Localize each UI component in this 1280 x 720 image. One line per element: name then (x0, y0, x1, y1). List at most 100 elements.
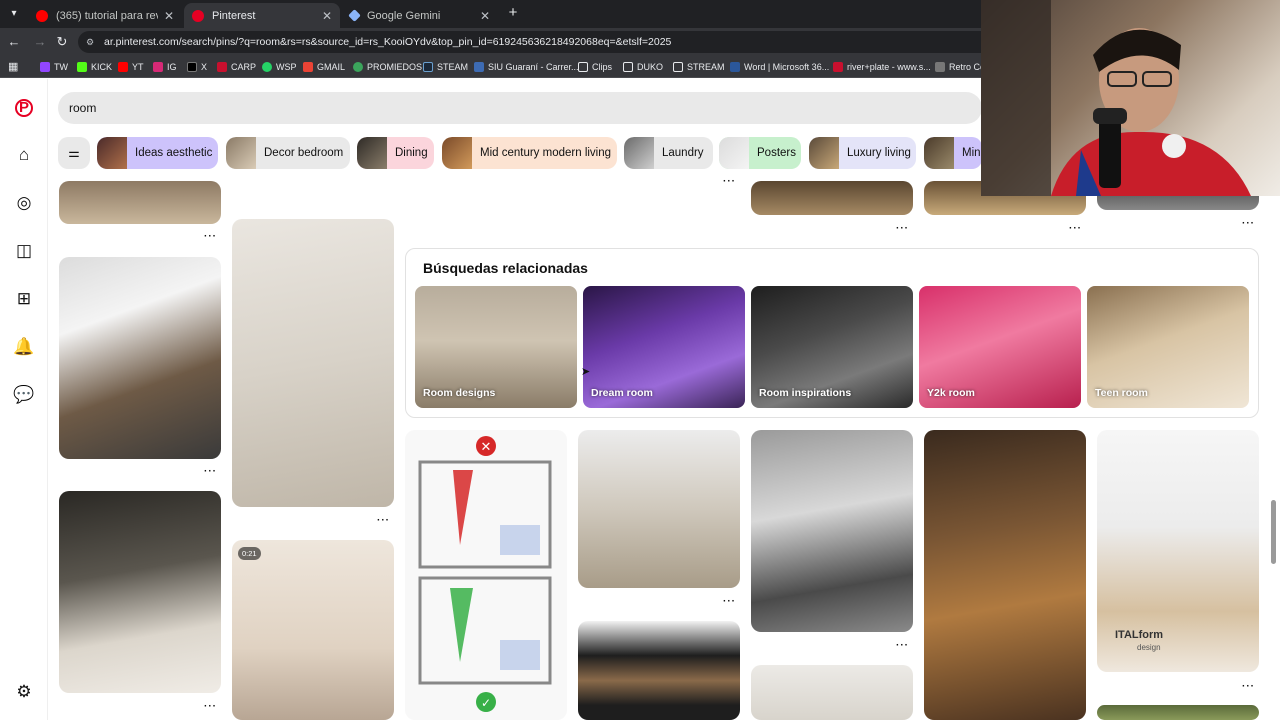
reload-icon[interactable]: ↻ (54, 34, 70, 50)
create-icon[interactable]: ⊞ (12, 287, 36, 311)
pin-beige-bedroom[interactable] (232, 219, 394, 507)
bookmark-promiedos[interactable]: PROMIEDOS (353, 60, 422, 74)
address-bar[interactable]: ar.pinterest.com/search/pins/?q=room&rs=… (78, 31, 998, 53)
youtube-icon (118, 62, 128, 72)
chip-mini[interactable]: Mini (924, 137, 982, 169)
related-y2k-room[interactable]: Y2k room (919, 286, 1081, 408)
pin-floor-plan[interactable]: ✕ ✓ (405, 430, 567, 720)
scrollbar-thumb[interactable] (1271, 500, 1276, 564)
tab-youtube[interactable]: (365) tutorial para revivir a tu h ✕ (28, 3, 182, 28)
bookmark-carp[interactable]: CARP (217, 60, 256, 74)
pin-bookshelf[interactable] (751, 181, 913, 215)
more-options-icon[interactable]: ··· (204, 467, 217, 477)
pinterest-icon (192, 9, 204, 22)
back-icon[interactable]: ← (6, 34, 22, 50)
explore-compass-icon[interactable]: ◎ (12, 191, 36, 215)
pin-plants[interactable] (1097, 705, 1259, 720)
search-input[interactable]: room (58, 92, 982, 124)
page-scrollbar[interactable] (1270, 196, 1278, 720)
messages-icon[interactable]: 💬 (12, 383, 36, 407)
bookmark-steam[interactable]: STEAM (423, 60, 468, 74)
chip-decor-bedroom[interactable]: Decor bedroom (226, 137, 350, 169)
more-options-icon[interactable]: ··· (1242, 219, 1255, 229)
bookmark-folder-stream[interactable]: STREAM (673, 60, 725, 74)
chip-laundry[interactable]: Laundry (624, 137, 713, 169)
chip-thumbnail (719, 137, 749, 169)
more-options-icon[interactable]: ··· (1242, 682, 1255, 692)
bookmark-folder-clips[interactable]: Clips (578, 60, 612, 74)
bookmark-ig[interactable]: IG (153, 60, 177, 74)
chip-thumbnail (924, 137, 954, 169)
word-icon (730, 62, 740, 72)
bookmark-yt[interactable]: YT (118, 60, 144, 74)
svg-text:✕: ✕ (481, 440, 492, 455)
more-options-icon[interactable]: ··· (204, 232, 217, 242)
chip-thumbnail (809, 137, 839, 169)
bookmark-word[interactable]: Word | Microsoft 36... (730, 60, 829, 74)
chip-posters[interactable]: Posters (719, 137, 801, 169)
webcam-person-image (981, 0, 1251, 196)
river-icon (833, 62, 843, 72)
notifications-bell-icon[interactable]: 🔔 (12, 335, 36, 359)
promiedos-icon (353, 62, 363, 72)
pin-light-room[interactable] (751, 665, 913, 720)
apps-grid-icon[interactable]: ▦ (8, 61, 20, 73)
more-options-icon[interactable]: ··· (723, 177, 736, 187)
pin-loft-bed[interactable]: ITALform design (1097, 430, 1259, 672)
chip-ideas-aesthetic[interactable]: Ideas aesthetic (97, 137, 218, 169)
tab-pinterest[interactable]: Pinterest ✕ (184, 3, 340, 28)
chip-luxury-living[interactable]: Luxury living (809, 137, 916, 169)
pin-figure-shelf[interactable] (578, 621, 740, 720)
close-icon[interactable]: ✕ (164, 9, 174, 23)
bookmark-retro[interactable]: Retro Co (935, 60, 985, 74)
chip-dining[interactable]: Dining (357, 137, 434, 169)
pin-room-layouts[interactable] (578, 430, 740, 588)
floor-plan-illustration: ✕ ✓ (418, 436, 552, 712)
siu-icon (474, 62, 484, 72)
pin-white-desk[interactable] (59, 491, 221, 693)
chip-thumbnail (357, 137, 387, 169)
close-icon[interactable]: ✕ (480, 9, 490, 23)
new-tab-button[interactable]: + (505, 5, 521, 21)
bookmark-river[interactable]: river+plate - www.s... (833, 60, 931, 74)
bookmark-gmail[interactable]: GMAIL (303, 60, 345, 74)
more-options-icon[interactable]: ··· (1069, 224, 1082, 234)
bookmark-folder-duko[interactable]: DUKO (623, 60, 663, 74)
tab-gemini[interactable]: Google Gemini ✕ (342, 3, 498, 28)
more-options-icon[interactable]: ··· (896, 224, 909, 234)
related-teen-room[interactable]: Teen room (1087, 286, 1249, 408)
pin-video-room[interactable]: 0:21 (232, 540, 394, 720)
folder-icon (578, 62, 588, 72)
pin-vinyl-room[interactable] (924, 430, 1086, 720)
home-icon[interactable]: ⌂ (12, 143, 36, 167)
more-options-icon[interactable]: ··· (204, 702, 217, 712)
kick-icon (77, 62, 87, 72)
river-crest-icon (217, 62, 227, 72)
bookmark-x[interactable]: X (187, 60, 207, 74)
pin-rug[interactable] (59, 181, 221, 224)
folder-icon (673, 62, 683, 72)
whatsapp-icon (262, 62, 272, 72)
close-icon[interactable]: ✕ (322, 9, 332, 23)
related-room-designs[interactable]: Room designs (415, 286, 577, 408)
tab-search-icon[interactable]: ▾ (6, 6, 22, 22)
bookmark-siu[interactable]: SIU Guaraní - Carrer... (474, 60, 579, 74)
bookmark-wsp[interactable]: WSP (262, 60, 297, 74)
more-options-icon[interactable]: ··· (377, 516, 390, 526)
pinterest-logo-icon[interactable]: P (15, 99, 33, 117)
related-room-inspirations[interactable]: Room inspirations (751, 286, 913, 408)
settings-gear-icon[interactable]: ⚙ (12, 680, 36, 704)
pin-grey-living[interactable] (751, 430, 913, 632)
more-options-icon[interactable]: ··· (723, 597, 736, 607)
bookmark-tw[interactable]: TW (40, 60, 68, 74)
bookmark-kick[interactable]: KICK (77, 60, 112, 74)
filters-icon[interactable]: ⚌ (58, 137, 90, 169)
related-dream-room[interactable]: Dream room (583, 286, 745, 408)
pin-desk-setup[interactable] (59, 257, 221, 459)
more-options-icon[interactable]: ··· (896, 641, 909, 651)
chip-mid-century-modern-living[interactable]: Mid century modern living (442, 137, 617, 169)
boards-icon[interactable]: ◫ (12, 239, 36, 263)
site-info-icon[interactable]: ⚙ (86, 36, 98, 48)
forward-icon[interactable]: → (32, 34, 48, 50)
youtube-icon (36, 9, 48, 22)
